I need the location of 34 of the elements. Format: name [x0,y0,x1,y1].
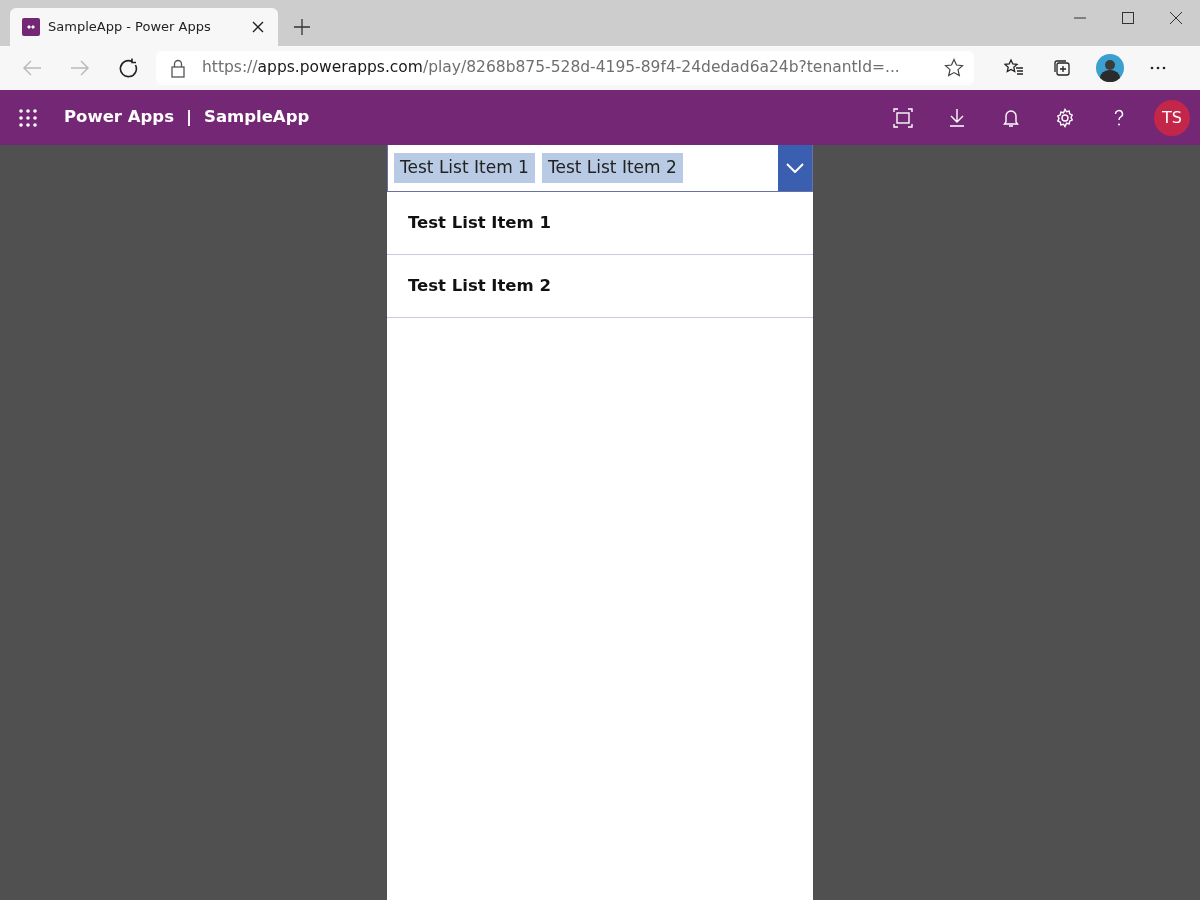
plus-icon [294,19,310,35]
app-logo-icon [22,18,40,36]
forward-arrow-icon [70,58,90,78]
lock-icon [170,58,186,78]
selected-tag: Test List Item 1 [394,153,535,183]
product-name: Power Apps [64,106,174,129]
favorite-star-icon[interactable] [944,58,964,78]
favorites-list-icon [1004,58,1024,78]
close-icon [1170,12,1182,24]
tab-title: SampleApp - Power Apps [48,18,212,37]
chevron-icon [786,163,804,173]
browser-tab[interactable]: SampleApp - Power Apps [10,8,278,46]
settings-icon [1055,107,1075,128]
waffle-menu-icon [19,108,37,127]
collections-icon [1052,58,1072,78]
fit-screen-icon [893,107,913,128]
title-separator: | [184,106,193,129]
dropdown-toggle-button[interactable] [778,145,812,191]
app-name: SampleApp [204,106,310,129]
bell-icon [1001,107,1021,128]
refresh-icon [118,58,138,78]
dropdown-item[interactable]: Test List Item 2 [387,255,813,318]
combo-box[interactable]: Test List Item 1 Test List Item 2 [387,145,813,192]
profile-avatar-icon [1096,54,1124,82]
user-avatar[interactable]: TS [1154,99,1190,136]
more-icon [1150,66,1166,70]
dropdown-item[interactable]: Test List Item 1 [387,192,813,255]
back-arrow-icon [22,58,42,78]
maximize-icon [1122,12,1134,24]
address-bar[interactable]: https://apps.powerapps.com/play/8268b875-528d-4195-89f4-24dedad6a24b?tenantId=... [156,51,974,85]
url-text: https://apps.powerapps.com/play/8268b875-528d-4195-89f4-24dedad6a24b?tenantId=... [202,57,901,79]
selected-tag: Test List Item 2 [541,153,683,183]
close-icon [252,21,264,33]
download-icon [947,107,967,128]
